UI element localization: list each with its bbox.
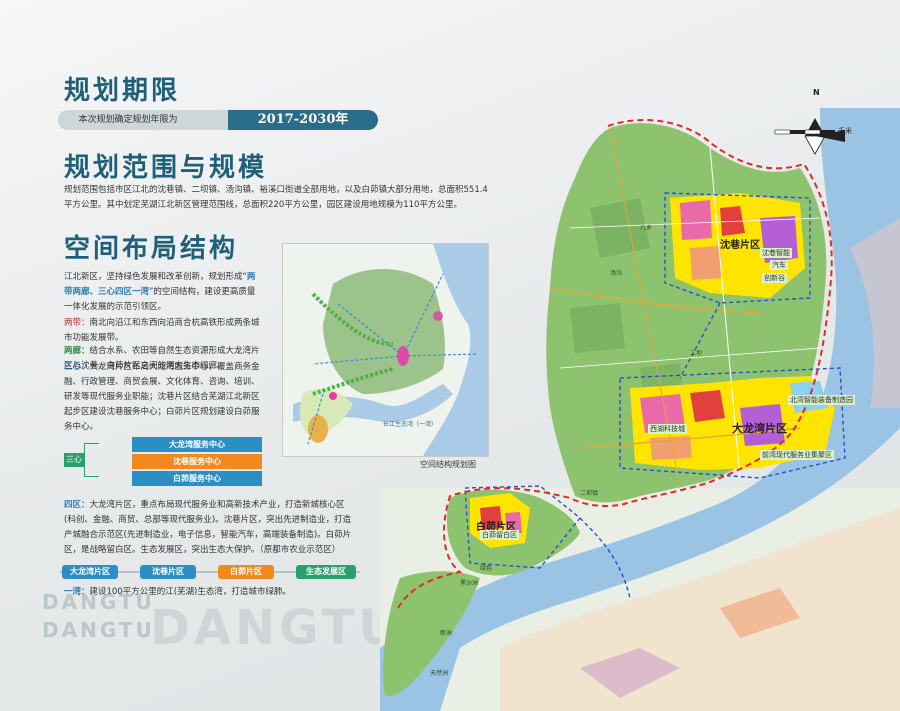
liangdai-key: 两带： (64, 318, 90, 328)
sanxin-paragraph: 三心：大龙湾片区布局大龙湾服务中心，覆盖商务金融、行政管理、商贸会展、文化体育、… (64, 360, 262, 435)
period-bar: 本次规划确定规划年限为 2017-2030年 (58, 110, 378, 130)
structure-intro: 江北新区，坚持绿色发展和改革创新，规划形成“两带两廊、三心四区一湾”的空间结构，… (64, 270, 262, 315)
label-shenxiang-zhineng: 沈巷智能 (760, 248, 792, 258)
center-shenxiang: 沈巷服务中心 (132, 454, 262, 469)
label-qiche: 汽车 (770, 260, 788, 270)
regional-map-svg (380, 108, 900, 711)
period-label: 本次规划确定规划年限为 (78, 115, 178, 125)
watermark-big: DANGTU (150, 600, 402, 656)
section-title-period: 规划期限 (64, 76, 181, 106)
center-dalongwan: 大龙湾服务中心 (132, 437, 262, 452)
intro-a: 江北新区，坚持绿色发展和改革创新，规划形成“ (64, 272, 247, 282)
north-label: N (813, 88, 820, 97)
watermark-2: DANGTU (42, 618, 155, 642)
lianglang-key: 两廊： (64, 346, 90, 356)
label-xin-zhou: 新洲 (440, 630, 453, 637)
liangdai-text: 南北向沿江和东西向沿商合杭高铁形成两条城市功能发展带。 (64, 318, 260, 343)
center-baimao: 白茆服务中心 (132, 471, 262, 486)
regional-map: N 千米 沈巷片区 沈巷智能 汽车 创新谷 大龙湾片区 西湖科技城 北湾智能装备… (380, 88, 900, 711)
label-zhihui: 北湾智能装备制造园 (788, 395, 855, 405)
chip-dalongwan: 大龙湾片区 (62, 565, 118, 579)
label-baimao-sub: 白茆留白区 (480, 530, 519, 540)
planning-page: 规划期限 本次规划确定规划年限为 2017-2030年 规划范围与规模 规划范围… (0, 0, 900, 711)
label-lv-se: 绿色 (480, 565, 493, 572)
sisi-text: 大龙湾片区，重点布局现代服务业和高新技术产业，打造新城核心区(科创、金融、商贸、… (64, 500, 352, 555)
label-tang-gou: 汤沟 (610, 270, 623, 277)
chip-baimao: 白茆片区 (218, 565, 274, 579)
liangdai-paragraph: 两带：南北向沿江和东西向沿商合杭高铁形成两条城市功能发展带。 (64, 316, 262, 346)
label-shenxiang: 沈巷片区 (720, 240, 760, 251)
period-value: 2017-2030年 (228, 110, 378, 130)
section-title-scope: 规划范围与规模 (64, 153, 268, 183)
label-chuangxin: 创新谷 (762, 273, 787, 283)
scale-label: 千米 (838, 127, 852, 135)
label-hei-sha-zhou: 黑沙洲 (460, 580, 479, 587)
sanxin-label: 三心 (64, 453, 84, 467)
label-qianwan: 前湾现代服务业集聚区 (760, 450, 834, 460)
label-xihu: 西湖科技城 (648, 424, 687, 434)
bracket (84, 443, 99, 477)
label-er-ba-zhen: 二坝镇 (580, 490, 599, 497)
sanxin-key: 三心： (64, 362, 90, 372)
label-ba-xiang: 八乡 (640, 225, 653, 232)
section-title-structure: 空间布局结构 (64, 234, 239, 264)
chip-ecology: 生态发展区 (296, 565, 356, 579)
sanxin-text: 大龙湾片区布局大龙湾服务中心，覆盖商务金融、行政管理、商贸会展、文化体育、咨询、… (64, 362, 260, 432)
label-er-ba: 二坝 (690, 350, 703, 357)
watermark-1: DANGTU (42, 590, 155, 614)
label-dalongwan: 大龙湾片区 (732, 422, 787, 435)
sisi-paragraph: 四区：大龙湾片区，重点布局现代服务业和高新技术产业，打造新城核心区(科创、金融、… (64, 498, 354, 558)
sisi-key: 四区： (64, 500, 90, 510)
label-tian-ran-zhou: 天然洲 (430, 670, 449, 677)
chip-shenxiang: 沈巷片区 (140, 565, 196, 579)
